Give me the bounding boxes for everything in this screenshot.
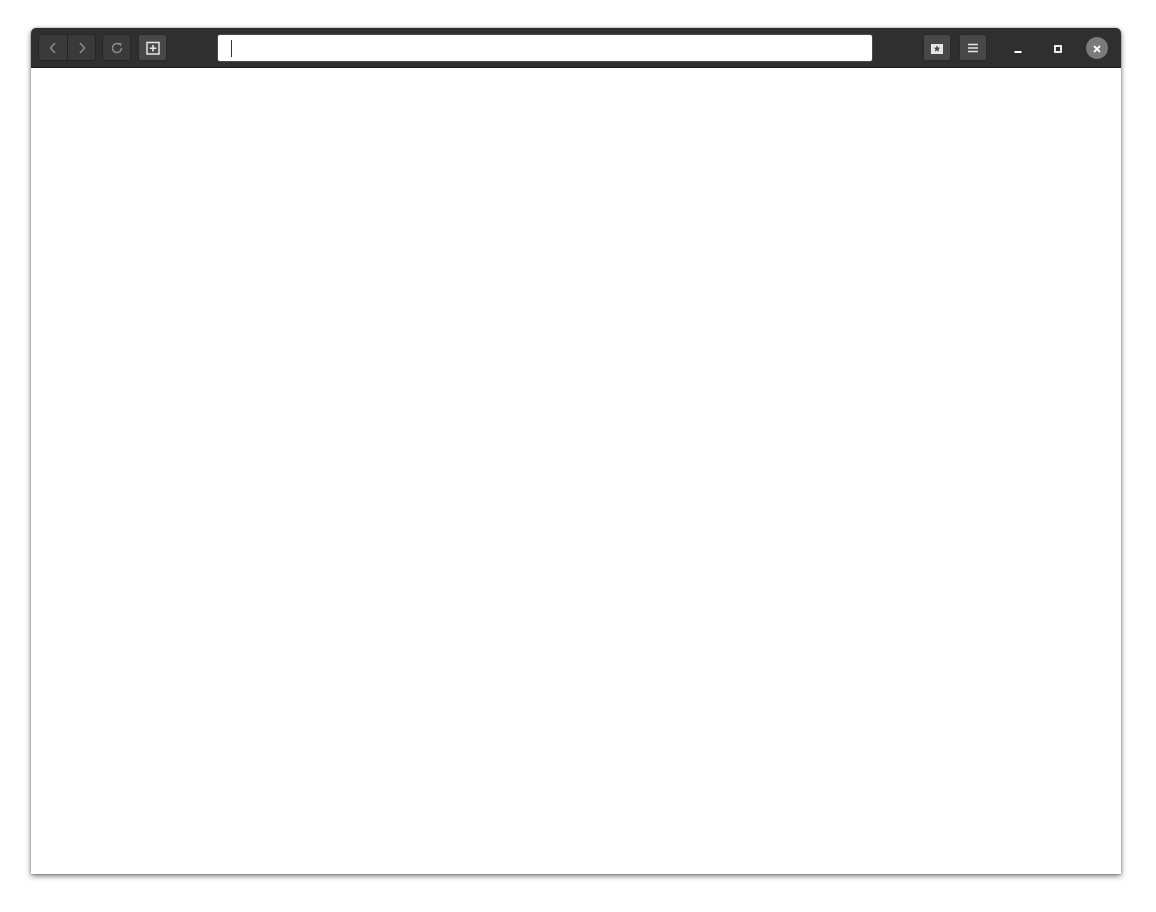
text-caret	[231, 40, 232, 57]
url-input[interactable]	[217, 34, 873, 62]
web-view[interactable]	[31, 68, 1121, 874]
bookmarks-button[interactable]	[923, 34, 951, 61]
minimize-icon	[1013, 39, 1023, 58]
maximize-button[interactable]	[1046, 36, 1070, 60]
bookmark-star-icon	[929, 40, 945, 56]
new-tab-button[interactable]	[138, 34, 167, 61]
reload-icon	[110, 41, 124, 55]
reload-button[interactable]	[102, 34, 131, 61]
forward-button[interactable]	[67, 34, 96, 61]
close-button[interactable]	[1086, 37, 1108, 59]
new-tab-icon	[145, 40, 161, 56]
chevron-right-icon	[77, 41, 87, 55]
header-bar	[31, 28, 1121, 68]
close-icon	[1092, 39, 1102, 58]
maximize-icon	[1053, 39, 1063, 58]
browser-window	[31, 28, 1121, 874]
minimize-button[interactable]	[1006, 36, 1030, 60]
menu-button[interactable]	[959, 34, 987, 61]
back-button[interactable]	[38, 34, 67, 61]
chevron-left-icon	[48, 41, 58, 55]
hamburger-menu-icon	[966, 41, 980, 55]
